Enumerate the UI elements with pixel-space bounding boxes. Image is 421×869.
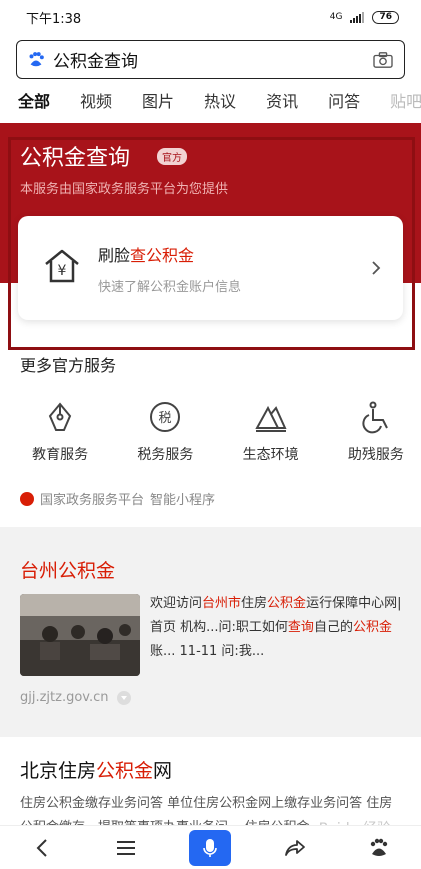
platform-attribution[interactable]: 国家政务服务平台 智能小程序	[20, 489, 215, 508]
search-input[interactable]: 公积金查询	[53, 47, 372, 72]
search-tabs: 全部 视频 图片 热议 资讯 问答 贴吧	[18, 88, 421, 116]
status-bar: 下午1:38 4G 76	[0, 0, 421, 34]
result-1-description: 欢迎访问台州市住房公积金运行保障中心网|首页 机构...问:职工如何查询自己的公…	[150, 596, 402, 659]
tab-all[interactable]: 全部	[18, 88, 50, 116]
highlight-frame	[8, 137, 415, 350]
tab-trending[interactable]: 热议	[204, 88, 236, 116]
section-divider	[0, 527, 421, 539]
tax-service[interactable]: 税 税务服务	[120, 400, 210, 464]
camera-icon[interactable]	[372, 51, 394, 69]
baidu-paw-icon	[29, 51, 44, 66]
menu-icon	[117, 840, 136, 855]
mini-program-label: 智能小程序	[150, 493, 216, 508]
share-button[interactable]	[274, 830, 316, 866]
result-2-title[interactable]: 北京住房公积金网	[20, 756, 172, 783]
microphone-icon	[203, 838, 218, 857]
disability-service[interactable]: 助残服务	[331, 400, 421, 464]
platform-name: 国家政务服务平台	[40, 493, 145, 508]
office-photo-icon	[20, 594, 140, 676]
more-services-grid: 教育服务 税 税务服务 生态环境 助残服务	[0, 400, 421, 464]
share-icon	[284, 839, 305, 856]
home-button[interactable]	[358, 830, 400, 866]
environment-service[interactable]: 生态环境	[226, 400, 316, 464]
more-services-title: 更多官方服务	[20, 356, 117, 375]
menu-button[interactable]	[105, 830, 147, 866]
wheelchair-icon	[362, 401, 388, 434]
section-divider	[0, 725, 421, 737]
status-time: 下午1:38	[26, 11, 82, 27]
signal-icon	[350, 11, 365, 23]
education-service[interactable]: 教育服务	[15, 400, 105, 464]
voice-search-button[interactable]	[189, 829, 232, 866]
network-label: 4G	[329, 12, 343, 22]
pen-nib-icon	[48, 402, 72, 431]
back-icon	[36, 838, 47, 857]
result-1-title[interactable]: 台州公积金	[20, 556, 115, 583]
baidu-paw-icon	[370, 838, 388, 856]
tab-tieba[interactable]: 贴吧	[390, 88, 421, 116]
tax-icon: 税	[150, 402, 181, 432]
result-1-thumbnail[interactable]	[20, 594, 140, 676]
tab-images[interactable]: 图片	[142, 88, 174, 116]
search-box[interactable]: 公积金查询	[16, 40, 405, 79]
battery-icon: 76	[372, 10, 399, 24]
result-1-site[interactable]: gjj.zjtz.gov.cn	[20, 690, 131, 705]
tab-video[interactable]: 视频	[80, 88, 112, 116]
svg-text:税: 税	[159, 411, 172, 426]
back-button[interactable]	[21, 830, 63, 866]
mountain-icon	[254, 405, 287, 432]
national-emblem-icon	[20, 491, 34, 506]
status-icons: 4G 76	[329, 10, 399, 24]
tab-qa[interactable]: 问答	[328, 88, 360, 116]
tab-news[interactable]: 资讯	[266, 88, 298, 116]
dropdown-icon[interactable]	[116, 690, 131, 705]
bottom-nav	[0, 825, 421, 869]
